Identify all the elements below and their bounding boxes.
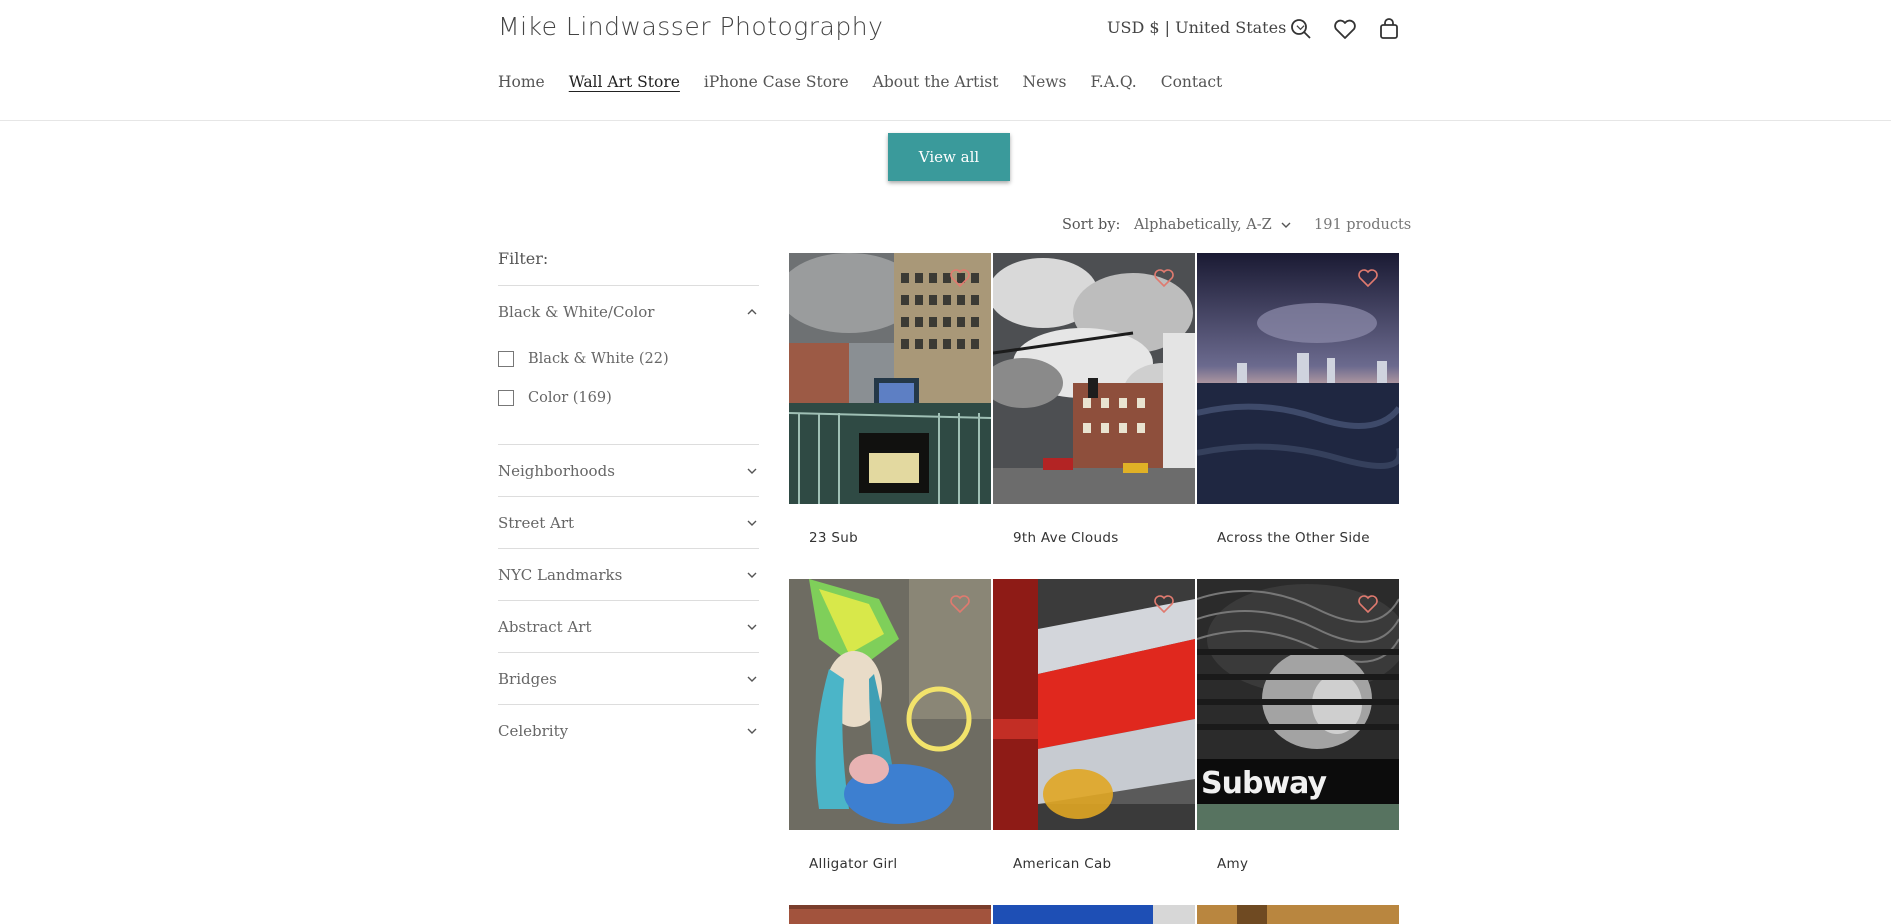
facet-label: Street Art: [498, 514, 575, 532]
product-photo: [993, 905, 1195, 924]
product-photo: [789, 253, 991, 504]
site-header: Mike Lindwasser Photography USD $ | Unit…: [0, 0, 1891, 121]
product-image[interactable]: [789, 579, 991, 830]
product-title[interactable]: 9th Ave Clouds: [1013, 530, 1119, 546]
facet-label: Neighborhoods: [498, 462, 615, 480]
nav-news[interactable]: News: [1023, 73, 1067, 91]
nav-wall-art-store[interactable]: Wall Art Store: [569, 73, 680, 91]
sort-select[interactable]: Alphabetically, A-Z: [1134, 217, 1291, 233]
product-photo: [1197, 905, 1399, 924]
wishlist-heart-icon[interactable]: [1153, 594, 1175, 614]
chevron-down-icon: [747, 520, 757, 526]
checkbox[interactable]: [498, 351, 514, 367]
chevron-down-icon: [747, 624, 757, 630]
wishlist-heart-icon[interactable]: [1153, 268, 1175, 288]
product-photo: [789, 905, 991, 924]
nav-faq[interactable]: F.A.Q.: [1090, 73, 1136, 91]
product-count: 191 products: [1314, 217, 1412, 233]
product-image[interactable]: [993, 905, 1195, 924]
product-photo: [1197, 253, 1399, 504]
wishlist-heart-icon[interactable]: [949, 268, 971, 288]
facet-toggle[interactable]: Black & White/Color: [498, 286, 759, 338]
facet-abstract-art: Abstract Art: [498, 600, 759, 653]
product-title[interactable]: Alligator Girl: [809, 856, 897, 872]
sort-value: Alphabetically, A-Z: [1134, 217, 1272, 233]
nav-contact[interactable]: Contact: [1161, 73, 1223, 91]
filter-title: Filter:: [498, 249, 549, 268]
facet-toggle[interactable]: Abstract Art: [498, 601, 759, 653]
product-photo: [993, 579, 1195, 830]
nav-home[interactable]: Home: [498, 73, 545, 91]
product-title[interactable]: Amy: [1217, 856, 1248, 872]
nav-iphone-case-store[interactable]: iPhone Case Store: [704, 73, 849, 91]
brand-logo[interactable]: Mike Lindwasser Photography: [498, 12, 883, 41]
wishlist-heart-icon[interactable]: [949, 594, 971, 614]
product-image[interactable]: [789, 253, 991, 504]
subway-sign-text: Subway: [1201, 766, 1327, 801]
chevron-down-icon: [747, 728, 757, 734]
product-title[interactable]: Across the Other Side: [1217, 530, 1370, 546]
checkbox[interactable]: [498, 390, 514, 406]
facet-celebrity: Celebrity: [498, 704, 759, 757]
search-icon[interactable]: [1288, 16, 1314, 42]
facet-toggle[interactable]: Street Art: [498, 497, 759, 549]
product-image[interactable]: [993, 253, 1195, 504]
cart-icon[interactable]: [1376, 16, 1402, 42]
nav-about-the-artist[interactable]: About the Artist: [873, 73, 999, 91]
filter-option-label: Color (169): [528, 390, 612, 406]
facet-black-white-color: Black & White/Color: [498, 285, 759, 338]
facet-toggle[interactable]: Celebrity: [498, 705, 759, 757]
product-photo: [993, 253, 1195, 504]
wishlist-heart-icon[interactable]: [1357, 268, 1379, 288]
facet-label: Black & White/Color: [498, 303, 655, 321]
product-image[interactable]: [1197, 905, 1399, 924]
chevron-down-icon: [747, 572, 757, 578]
product-image[interactable]: [1197, 253, 1399, 504]
product-title[interactable]: 23 Sub: [809, 530, 858, 546]
facet-bridges: Bridges: [498, 652, 759, 705]
facet-toggle[interactable]: Neighborhoods: [498, 445, 759, 497]
chevron-down-icon: [747, 676, 757, 682]
currency-selector[interactable]: USD $ | United States: [1107, 18, 1305, 37]
chevron-down-icon: [1281, 222, 1291, 228]
view-all-button[interactable]: View all: [888, 133, 1010, 181]
sort-label: Sort by:: [1062, 217, 1121, 233]
main-nav: Home Wall Art Store iPhone Case Store Ab…: [498, 73, 1222, 91]
facet-nyc-landmarks: NYC Landmarks: [498, 548, 759, 601]
facet-label: Abstract Art: [498, 618, 592, 636]
product-title[interactable]: American Cab: [1013, 856, 1111, 872]
facet-label: Celebrity: [498, 722, 569, 740]
facet-street-art: Street Art: [498, 496, 759, 549]
product-image[interactable]: [993, 579, 1195, 830]
facet-toggle[interactable]: Bridges: [498, 653, 759, 705]
filter-option-black-white[interactable]: Black & White (22): [498, 351, 669, 367]
chevron-up-icon: [747, 309, 757, 315]
product-image[interactable]: [789, 905, 991, 924]
wishlist-heart-icon[interactable]: [1357, 594, 1379, 614]
facet-label: NYC Landmarks: [498, 566, 623, 584]
currency-label: USD $ | United States: [1107, 18, 1287, 37]
filter-option-color[interactable]: Color (169): [498, 390, 612, 406]
heart-icon[interactable]: [1332, 16, 1358, 42]
chevron-down-icon: [747, 468, 757, 474]
facet-toggle[interactable]: NYC Landmarks: [498, 549, 759, 601]
facet-label: Bridges: [498, 670, 557, 688]
filter-option-label: Black & White (22): [528, 351, 669, 367]
product-photo: [789, 579, 991, 830]
product-image[interactable]: Subway: [1197, 579, 1399, 830]
facet-neighborhoods: Neighborhoods: [498, 444, 759, 497]
